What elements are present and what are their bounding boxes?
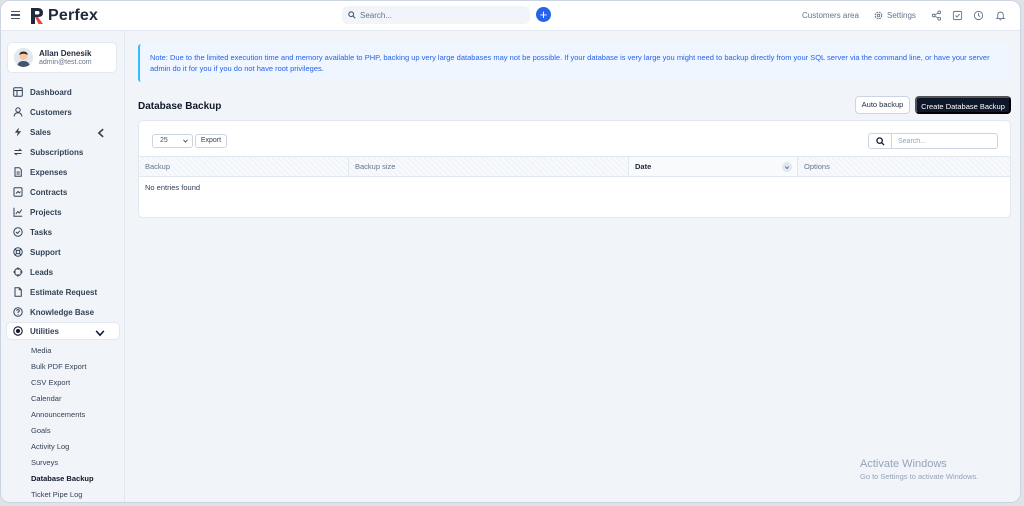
sidebar-item-label: Expenses xyxy=(30,167,68,177)
sidebar-item-tasks[interactable]: Tasks xyxy=(1,222,125,242)
bolt-icon xyxy=(14,127,22,137)
sidebar-item-projects[interactable]: Projects xyxy=(1,202,125,222)
sidebar-subitem-surveys[interactable]: Surveys xyxy=(1,455,125,471)
watermark-subtitle: Go to Settings to activate Windows. xyxy=(860,472,979,481)
sidebar: Allan Denesik admin@test.com Dashboard C… xyxy=(1,31,125,502)
create-database-backup-button[interactable]: Create Database Backup xyxy=(915,96,1011,114)
sidebar-item-contracts[interactable]: Contracts xyxy=(1,182,125,202)
sidebar-subitem-bulk-pdf-export[interactable]: Bulk PDF Export xyxy=(1,358,125,374)
sidebar-item-dashboard[interactable]: Dashboard xyxy=(1,82,125,102)
sidebar-item-utilities[interactable]: Utilities xyxy=(6,322,120,340)
column-header-options: Options xyxy=(804,162,830,171)
top-bar: Perfex + Customers area Settings xyxy=(1,1,1020,31)
table-search-input[interactable] xyxy=(891,133,998,149)
sidebar-item-label: Dashboard xyxy=(30,87,72,97)
radio-icon xyxy=(13,326,23,336)
chevron-down-icon xyxy=(183,139,188,143)
chart-icon xyxy=(13,207,23,217)
sidebar-item-label: Sales xyxy=(30,127,51,137)
sidebar-subitem-ticket-pipe-log[interactable]: Ticket Pipe Log xyxy=(1,487,125,502)
document-icon xyxy=(14,167,22,177)
profile-name: Allan Denesik xyxy=(39,49,92,58)
column-header-backup[interactable]: Backup xyxy=(139,157,349,176)
global-search[interactable] xyxy=(342,6,530,24)
sidebar-item-label: Customers xyxy=(30,107,72,117)
column-header-date[interactable]: Date xyxy=(629,157,798,176)
search-icon xyxy=(876,137,885,146)
column-header-date-label: Date xyxy=(635,162,652,171)
sort-indicator xyxy=(782,162,792,172)
sidebar-nav: Dashboard Customers Sales Subscriptions … xyxy=(1,82,125,502)
page-length-value: 25 xyxy=(160,137,168,144)
refresh-icon xyxy=(13,148,23,156)
search-icon xyxy=(348,11,356,19)
page-length-select[interactable]: 25 xyxy=(152,134,193,148)
sidebar-item-label: Estimate Request xyxy=(30,287,98,297)
windows-activation-watermark: Activate Windows Go to Settings to activ… xyxy=(860,458,978,481)
sidebar-item-label: Subscriptions xyxy=(30,147,84,157)
table-header: Backup Backup size Date Options xyxy=(139,156,1010,177)
sidebar-subitem-csv-export[interactable]: CSV Export xyxy=(1,374,125,390)
user-profile-card[interactable]: Allan Denesik admin@test.com xyxy=(7,42,117,73)
profile-email: admin@test.com xyxy=(39,59,92,66)
clock-icon[interactable] xyxy=(973,10,984,21)
sidebar-subitem-media[interactable]: Media xyxy=(1,342,125,358)
user-icon xyxy=(13,107,23,117)
sidebar-item-subscriptions[interactable]: Subscriptions xyxy=(1,142,125,162)
table-search-button[interactable] xyxy=(868,133,892,149)
avatar-icon xyxy=(14,48,33,67)
backup-table-card: 25 Export Backup Backup size Date Option… xyxy=(138,120,1011,218)
check-circle-icon xyxy=(13,227,23,237)
brand-name: Perfex xyxy=(48,7,99,24)
sidebar-item-knowledge-base[interactable]: Knowledge Base xyxy=(1,302,125,322)
file-icon xyxy=(14,287,22,297)
sort-descending-icon xyxy=(785,165,789,169)
perfex-logo-icon xyxy=(31,8,43,24)
sidebar-item-label: Knowledge Base xyxy=(30,307,95,317)
sidebar-item-label: Tasks xyxy=(30,227,53,237)
bell-icon[interactable] xyxy=(995,10,1006,21)
sidebar-subitem-database-backup[interactable]: Database Backup xyxy=(1,471,125,487)
sidebar-item-customers[interactable]: Customers xyxy=(1,102,125,122)
sidebar-subitem-calendar[interactable]: Calendar xyxy=(1,390,125,406)
global-search-input[interactable] xyxy=(360,10,520,20)
sidebar-item-label: Utilities xyxy=(30,326,59,336)
auto-backup-button[interactable]: Auto backup xyxy=(855,96,910,114)
sidebar-item-label: Projects xyxy=(30,207,62,217)
chevron-down-icon xyxy=(95,330,105,337)
sidebar-subitem-goals[interactable]: Goals xyxy=(1,422,125,438)
dashboard-icon xyxy=(13,87,23,97)
menu-icon[interactable] xyxy=(11,11,20,19)
contract-icon xyxy=(13,187,23,197)
info-note: Note: Due to the limited execution time … xyxy=(138,44,1010,82)
empty-table-message: No entries found xyxy=(145,183,201,192)
watermark-title: Activate Windows xyxy=(860,458,947,470)
column-header-backup-size[interactable]: Backup size xyxy=(349,157,629,176)
sidebar-item-estimate-request[interactable]: Estimate Request xyxy=(1,282,125,302)
quick-create-button[interactable]: + xyxy=(536,7,551,22)
question-icon xyxy=(13,307,23,317)
sidebar-item-expenses[interactable]: Expenses xyxy=(1,162,125,182)
chevron-left-icon xyxy=(97,128,104,138)
target-icon xyxy=(13,267,23,277)
sidebar-subitem-activity-log[interactable]: Activity Log xyxy=(1,439,125,455)
customers-area-link[interactable]: Customers area xyxy=(802,11,859,20)
checkbox-icon[interactable] xyxy=(952,10,963,21)
sidebar-subitem-announcements[interactable]: Announcements xyxy=(1,406,125,422)
sidebar-item-label: Contracts xyxy=(30,187,68,197)
sidebar-item-label: Support xyxy=(30,247,61,257)
page-title: Database Backup xyxy=(138,101,222,112)
share-icon[interactable] xyxy=(931,10,942,21)
settings-link[interactable]: Settings xyxy=(887,11,916,20)
sidebar-item-support[interactable]: Support xyxy=(1,242,125,262)
export-button[interactable]: Export xyxy=(195,134,227,148)
brand-logo[interactable]: Perfex xyxy=(30,6,98,26)
avatar xyxy=(14,48,33,67)
lifebuoy-icon xyxy=(13,247,23,257)
gear-icon[interactable] xyxy=(873,10,884,21)
sidebar-item-leads[interactable]: Leads xyxy=(1,262,125,282)
sidebar-item-label: Leads xyxy=(30,267,54,277)
sidebar-item-sales[interactable]: Sales xyxy=(1,122,125,142)
app-window: Perfex + Customers area Settings xyxy=(0,0,1021,503)
